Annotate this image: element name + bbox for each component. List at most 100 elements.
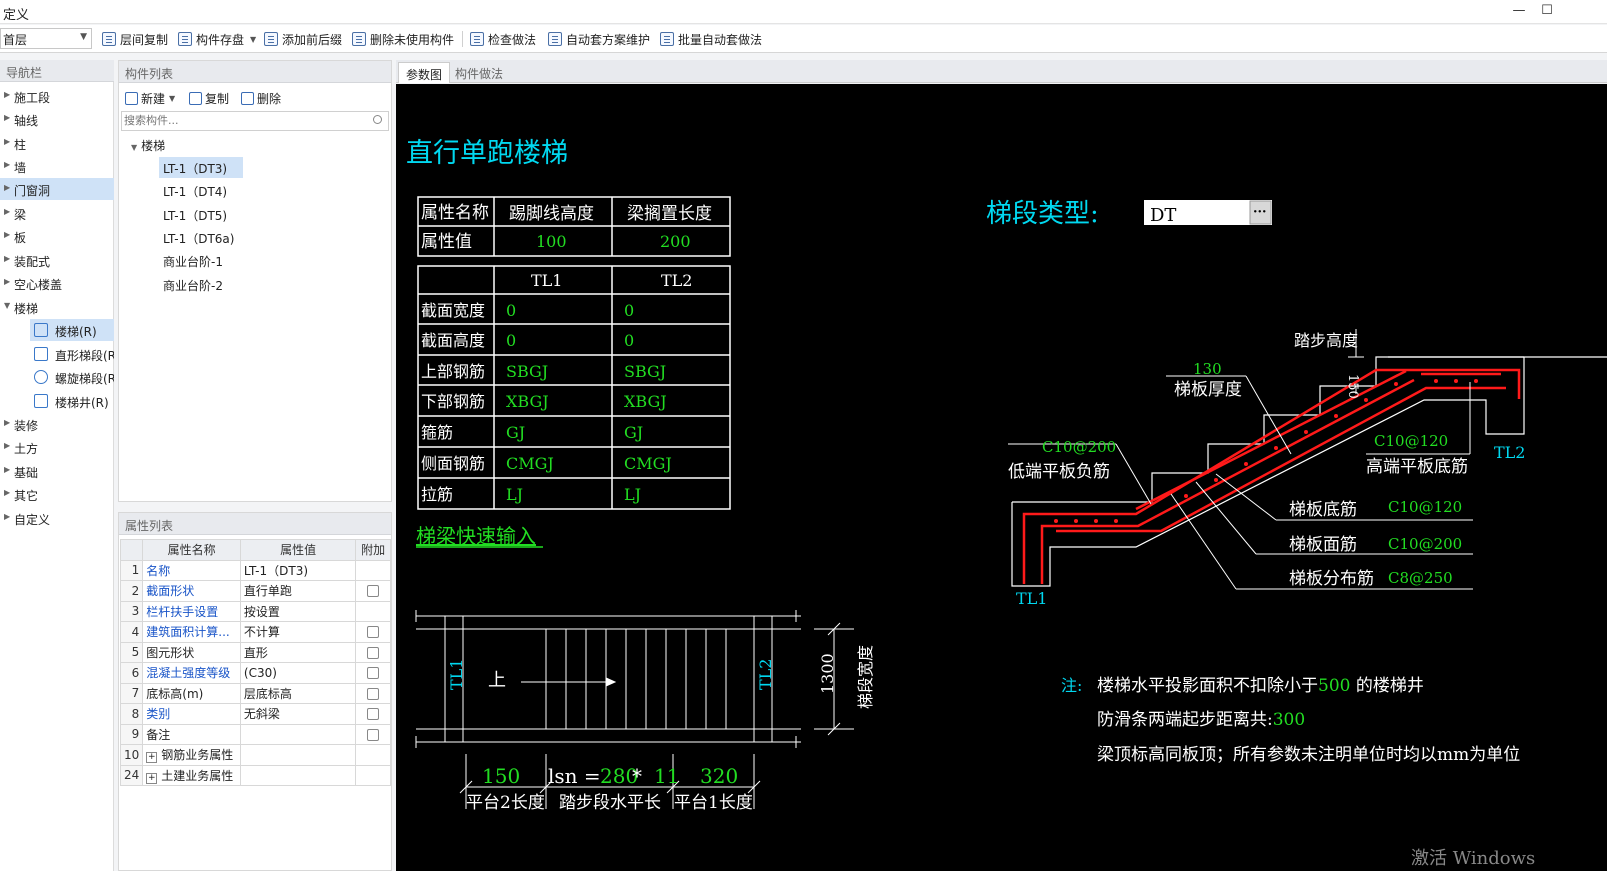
nav-item-column[interactable]: ▶ 柱 xyxy=(0,132,114,154)
property-row[interactable]: 3 栏杆扶手设置 按设置 xyxy=(119,600,391,622)
beam-tl1-value[interactable]: LJ xyxy=(506,485,523,504)
nav-sub-stairwell[interactable]: 楼梯井(R) xyxy=(30,390,114,412)
property-row[interactable]: 4 建筑面积计算... 不计算 xyxy=(119,621,391,643)
minimize-button[interactable]: — xyxy=(1506,3,1532,21)
plan-width-value[interactable]: 1300 xyxy=(818,653,837,694)
high-bottom-value[interactable]: C10@120 xyxy=(1374,432,1448,450)
low-negative-value[interactable]: C10@200 xyxy=(1042,438,1116,456)
beam-tl1-value[interactable]: CMGJ xyxy=(506,454,554,473)
nav-sub-stair[interactable]: 楼梯(R) xyxy=(30,319,114,341)
kick-height-value[interactable]: 100 xyxy=(536,232,567,251)
quick-input-link[interactable]: 梯梁快速输入 xyxy=(416,524,536,548)
thickness-value[interactable]: 130 xyxy=(1193,360,1222,378)
beam-rest-value[interactable]: 200 xyxy=(660,232,691,251)
nav-item-section[interactable]: ▶ 施工段 xyxy=(0,85,114,107)
property-row[interactable]: 24 + 土建业务属性 xyxy=(119,764,391,786)
property-value[interactable]: (C30) xyxy=(239,662,357,684)
copy-between-floors-button[interactable]: 层间复制 xyxy=(102,30,168,48)
component-item[interactable]: LT-1（DT4) xyxy=(159,180,243,201)
batch-auto-button[interactable]: 批量自动套做法 xyxy=(660,30,762,48)
nav-item-axis[interactable]: ▶ 轴线 xyxy=(0,108,114,130)
component-item[interactable]: LT-1（DT6a) xyxy=(159,227,243,248)
beam-tl1-value[interactable]: 0 xyxy=(506,301,516,320)
nav-item-openings[interactable]: ▶ 门窗洞 xyxy=(0,178,114,200)
plan-dim-platform1[interactable]: 320 xyxy=(700,764,738,788)
tree-root[interactable]: ▼ 楼梯 xyxy=(131,137,165,154)
beam-tl2-value[interactable]: SBGJ xyxy=(624,362,666,381)
property-value[interactable]: 层底标高 xyxy=(239,682,357,704)
plan-dim-count[interactable]: 11 xyxy=(654,764,679,788)
beam-tl2-value[interactable]: XBGJ xyxy=(624,392,667,411)
extra-checkbox[interactable] xyxy=(367,585,380,598)
nav-sub-straight-flight[interactable]: 直形梯段(R xyxy=(30,343,114,365)
property-value[interactable] xyxy=(239,744,357,766)
nav-item-wall[interactable]: ▶ 墙 xyxy=(0,155,114,177)
beam-tl1-value[interactable]: GJ xyxy=(506,423,525,442)
beam-tl2-value[interactable]: 0 xyxy=(624,301,634,320)
component-search-input[interactable] xyxy=(122,112,362,129)
save-component-button[interactable]: 构件存盘 ▼ xyxy=(178,30,256,48)
beam-tl2-value[interactable]: CMGJ xyxy=(624,454,672,473)
tab-component-method[interactable]: 构件做法 xyxy=(448,62,510,83)
property-row[interactable]: 1 名称 LT-1（DT3) xyxy=(119,559,391,581)
extra-checkbox[interactable] xyxy=(367,646,380,659)
new-component-button[interactable]: 新建 ▼ xyxy=(125,90,175,107)
nav-item-other[interactable]: ▶ 其它 xyxy=(0,483,114,505)
check-method-button[interactable]: 检查做法 xyxy=(470,30,536,48)
component-item[interactable]: 商业台阶-2 xyxy=(159,274,243,295)
property-row[interactable]: 5 图元形状 直形 xyxy=(119,641,391,663)
property-row[interactable]: 6 混凝土强度等级 (C30) xyxy=(119,662,391,684)
nav-item-custom[interactable]: ▶ 自定义 xyxy=(0,507,114,529)
extra-checkbox[interactable] xyxy=(367,708,380,721)
component-item[interactable]: LT-1（DT5) xyxy=(159,204,243,225)
expand-icon[interactable]: + xyxy=(146,772,158,784)
note-line1-value[interactable]: 500 xyxy=(1318,676,1350,696)
delete-component-button[interactable]: 删除 xyxy=(241,90,281,107)
property-row[interactable]: 8 类别 无斜梁 xyxy=(119,703,391,725)
extra-checkbox[interactable] xyxy=(367,687,380,700)
note-line2-value[interactable]: 300 xyxy=(1273,710,1305,730)
extra-checkbox[interactable] xyxy=(367,626,380,639)
nav-item-beam[interactable]: ▶ 梁 xyxy=(0,202,114,224)
floor-select[interactable]: 首层 ▼ xyxy=(0,28,92,49)
beam-tl1-value[interactable]: 0 xyxy=(506,331,516,350)
maximize-button[interactable]: ☐ xyxy=(1534,3,1560,21)
beam-tl2-value[interactable]: LJ xyxy=(624,485,641,504)
top-rebar-value[interactable]: C10@200 xyxy=(1388,535,1462,553)
property-value[interactable]: 直形 xyxy=(239,641,357,663)
plan-dim-platform2[interactable]: 150 xyxy=(482,764,520,788)
nav-item-foundation[interactable]: ▶ 基础 xyxy=(0,460,114,482)
step-height-value[interactable]: 150 xyxy=(1345,374,1360,399)
beam-tl2-value[interactable]: 0 xyxy=(624,331,634,350)
property-row[interactable]: 9 备注 xyxy=(119,723,391,745)
delete-unused-button[interactable]: 删除未使用构件 xyxy=(352,30,454,48)
nav-item-hollow-floor[interactable]: ▶ 空心楼盖 xyxy=(0,272,114,294)
nav-item-stair[interactable]: ▼ 楼梯 xyxy=(0,296,114,318)
property-value[interactable] xyxy=(239,723,357,745)
property-row[interactable]: 7 底标高(m) 层底标高 xyxy=(119,682,391,704)
beam-tl1-value[interactable]: XBGJ xyxy=(506,392,549,411)
property-row[interactable]: 10 + 钢筋业务属性 xyxy=(119,744,391,766)
property-value[interactable]: 不计算 xyxy=(239,621,357,643)
property-value[interactable] xyxy=(239,764,357,786)
property-value[interactable]: 直行单跑 xyxy=(239,580,357,602)
nav-item-finish[interactable]: ▶ 装修 xyxy=(0,413,114,435)
extra-checkbox[interactable] xyxy=(367,728,380,741)
nav-item-slab[interactable]: ▶ 板 xyxy=(0,225,114,247)
bottom-rebar-value[interactable]: C10@120 xyxy=(1388,498,1462,516)
auto-scheme-button[interactable]: 自动套方案维护 xyxy=(548,30,650,48)
distribution-rebar-value[interactable]: C8@250 xyxy=(1388,569,1453,587)
beam-tl1-value[interactable]: SBGJ xyxy=(506,362,548,381)
nav-item-prefab[interactable]: ▶ 装配式 xyxy=(0,249,114,271)
tab-param-drawing[interactable]: 参数图 xyxy=(398,62,451,83)
nav-item-earthwork[interactable]: ▶ 土方 xyxy=(0,436,114,458)
property-row[interactable]: 2 截面形状 直行单跑 xyxy=(119,580,391,602)
property-value[interactable]: LT-1（DT3) xyxy=(239,559,357,581)
extra-checkbox[interactable] xyxy=(367,667,380,680)
expand-icon[interactable]: + xyxy=(146,752,158,764)
nav-sub-spiral-flight[interactable]: 螺旋梯段(R xyxy=(30,366,114,388)
search-icon[interactable] xyxy=(373,115,382,124)
property-value[interactable]: 按设置 xyxy=(239,600,357,622)
beam-tl2-value[interactable]: GJ xyxy=(624,423,643,442)
add-prefix-suffix-button[interactable]: 添加前后缀 xyxy=(264,30,342,48)
